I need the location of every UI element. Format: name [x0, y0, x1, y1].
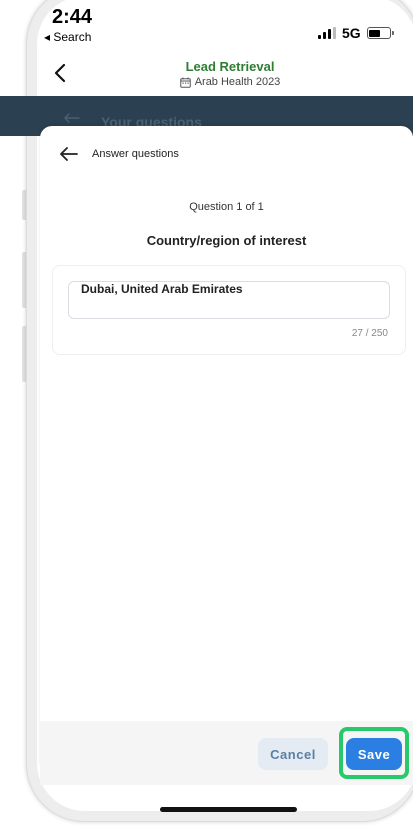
back-icon[interactable]: [50, 62, 72, 84]
event-subtitle: Arab Health 2023: [140, 76, 320, 88]
cancel-button[interactable]: Cancel: [258, 738, 328, 770]
question-title: Country/region of interest: [146, 233, 307, 248]
question-counter: Question 1 of 1: [189, 201, 264, 213]
app-title: Lead Retrieval: [185, 59, 275, 74]
save-button[interactable]: Save: [346, 738, 402, 770]
arrow-left-icon[interactable]: [60, 146, 78, 162]
battery-icon: [366, 27, 394, 39]
action-bar: Cancel Save: [40, 721, 413, 785]
underlying-page-title: Your questions: [101, 114, 202, 126]
network-label: 5G: [342, 25, 361, 41]
back-to-search-link[interactable]: ◂ Search: [44, 30, 91, 44]
status-indicators: 5G: [318, 25, 394, 41]
character-count: 27 / 250: [351, 328, 388, 339]
underlying-back-icon: [64, 113, 80, 123]
answer-input[interactable]: Dubai, United Arab Emirates: [68, 281, 390, 319]
home-indicator[interactable]: [160, 807, 297, 812]
status-time: 2:44: [52, 6, 93, 28]
answer-questions-sheet: Answer questions Question 1 of 1 Country…: [40, 126, 413, 766]
sheet-title: Answer questions: [92, 148, 179, 160]
calendar-icon: [179, 77, 191, 88]
event-name: Arab Health 2023: [194, 76, 281, 88]
answer-card: Dubai, United Arab Emirates 27 / 250: [52, 265, 406, 355]
signal-icon: [318, 27, 336, 39]
